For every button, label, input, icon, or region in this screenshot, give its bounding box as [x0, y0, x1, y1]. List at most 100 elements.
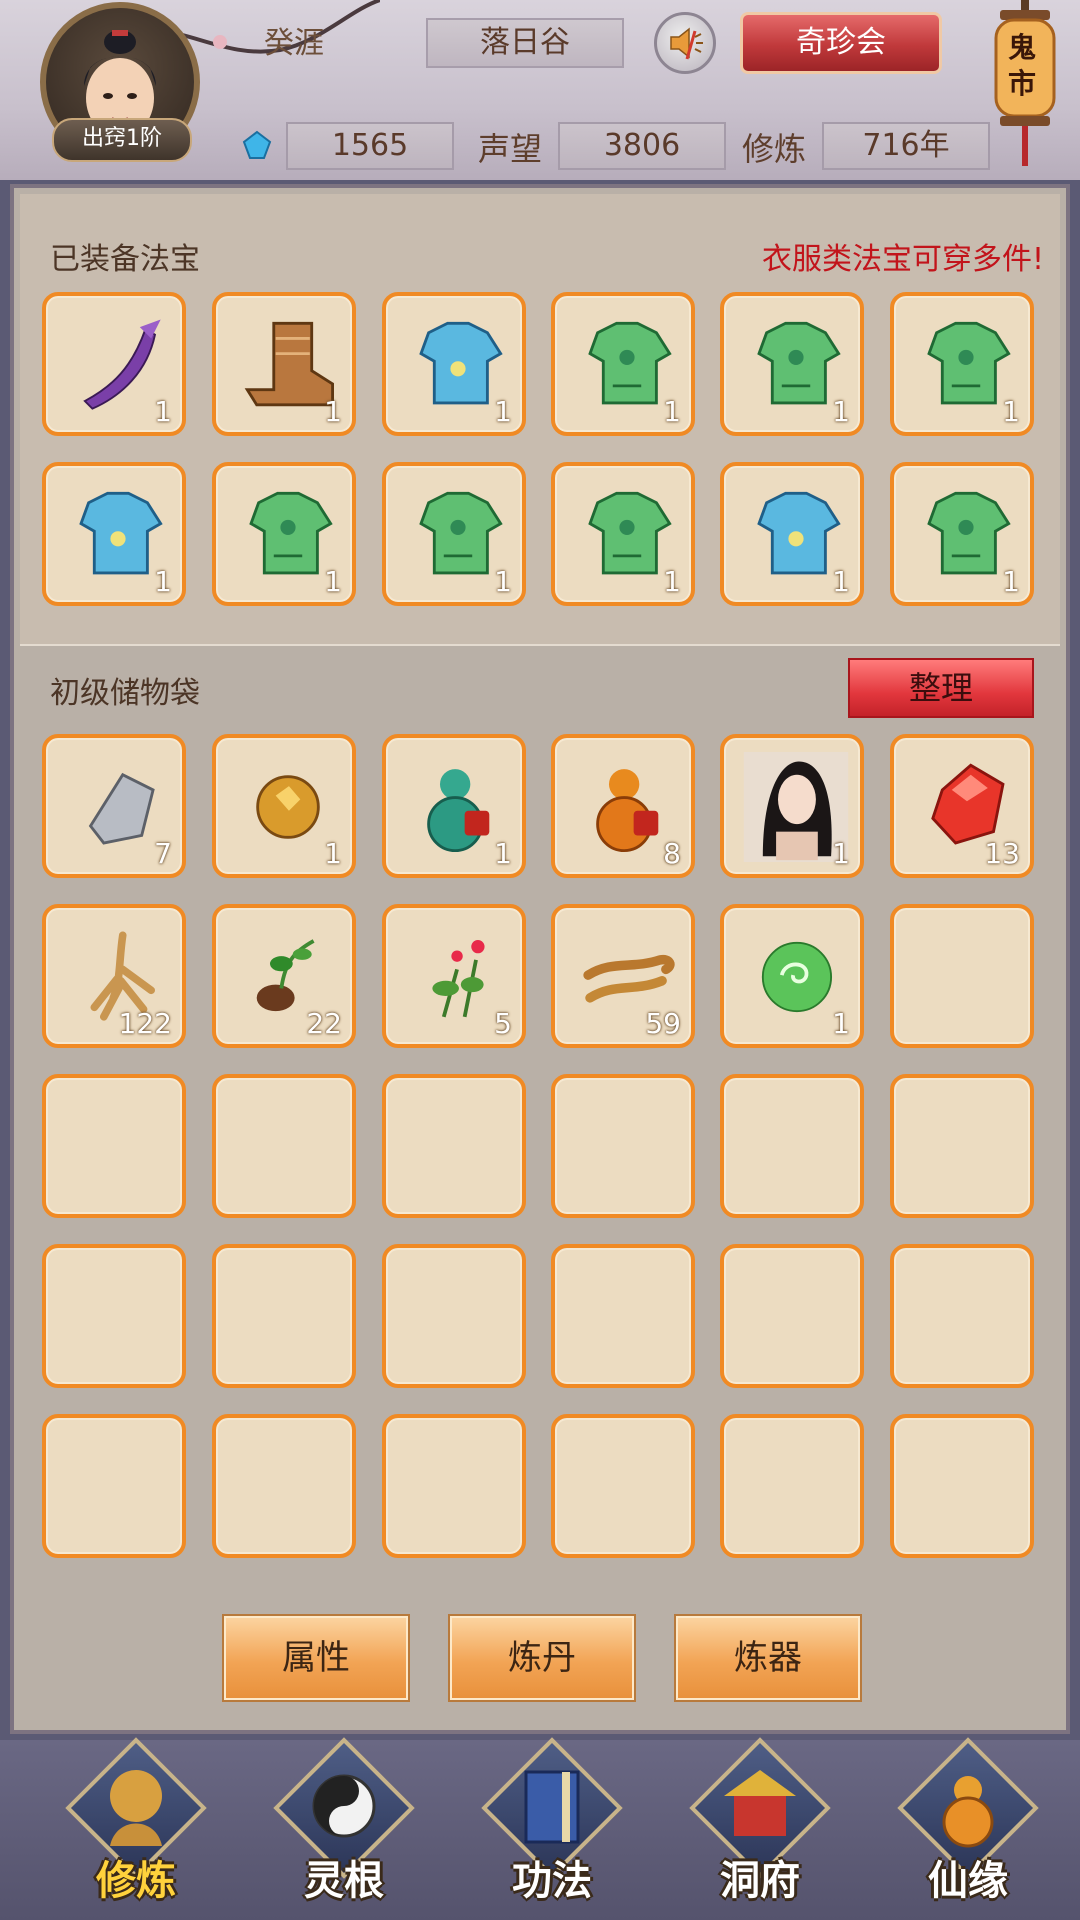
equipped-slot[interactable]: 1: [890, 462, 1034, 606]
item-quantity: 1: [494, 565, 512, 598]
player-name: 癸涯: [264, 26, 324, 61]
item-quantity: 59: [645, 1007, 681, 1040]
bag-slot[interactable]: 122: [42, 904, 186, 1048]
equipped-slot[interactable]: 1: [720, 292, 864, 436]
item-quantity: 1: [154, 395, 172, 428]
nav-item-2[interactable]: 功法: [472, 1737, 632, 1916]
ghost-market-button[interactable]: 鬼市: [990, 0, 1060, 170]
bag-slot[interactable]: [42, 1074, 186, 1218]
cave-house-icon: [724, 1770, 796, 1836]
bag-slot[interactable]: 22: [212, 904, 356, 1048]
equipped-slot[interactable]: 1: [42, 292, 186, 436]
equipped-slot[interactable]: 1: [551, 462, 695, 606]
bag-slot[interactable]: 59: [551, 904, 695, 1048]
equipped-slot[interactable]: 1: [382, 292, 526, 436]
equipped-slot[interactable]: 1: [212, 462, 356, 606]
item-quantity: 7: [154, 837, 172, 870]
nav-label: 洞府: [720, 1858, 800, 1904]
nav-label: 修炼: [96, 1858, 176, 1904]
nav-label: 仙缘: [928, 1858, 1008, 1904]
equipped-slot[interactable]: 1: [551, 292, 695, 436]
item-quantity: 1: [494, 395, 512, 428]
nav-item-1[interactable]: 灵根: [264, 1737, 424, 1916]
cultivate-icon: [110, 1770, 162, 1846]
equipped-title: 已装备法宝: [50, 242, 200, 277]
item-quantity: 122: [118, 1007, 172, 1040]
bag-title: 初级储物袋: [50, 676, 200, 711]
item-quantity: 1: [832, 565, 850, 598]
bag-slot[interactable]: 8: [551, 734, 695, 878]
bag-slot[interactable]: [382, 1074, 526, 1218]
bottom-nav: 修炼 灵根 功法 洞府 仙缘: [0, 1737, 1080, 1920]
mute-icon: [670, 27, 703, 60]
alchemy-button[interactable]: 炼丹: [448, 1614, 636, 1702]
item-quantity: 1: [324, 837, 342, 870]
bag-slot[interactable]: [382, 1244, 526, 1388]
spirit-stone-icon: [242, 130, 272, 159]
item-quantity: 1: [1002, 565, 1020, 598]
attributes-button[interactable]: 属性: [222, 1614, 410, 1702]
nav-label: 灵根: [304, 1858, 384, 1904]
bag-slot[interactable]: [890, 904, 1034, 1048]
bag-slot[interactable]: [42, 1244, 186, 1388]
treasure-fair-button[interactable]: 奇珍会: [740, 12, 942, 74]
bag-slot[interactable]: [212, 1414, 356, 1558]
bag-slot[interactable]: [720, 1244, 864, 1388]
bag-slot[interactable]: 1: [720, 904, 864, 1048]
technique-book-icon: [524, 1770, 580, 1844]
bag-slot[interactable]: 1: [720, 734, 864, 878]
ghost-market-label: 鬼市: [1008, 31, 1037, 100]
bag-slot[interactable]: [720, 1414, 864, 1558]
bag-slot[interactable]: 13: [890, 734, 1034, 878]
bag-slot[interactable]: [382, 1414, 526, 1558]
reputation-value: 3806: [558, 122, 726, 170]
item-quantity: 1: [832, 837, 850, 870]
nav-item-3[interactable]: 洞府: [680, 1737, 840, 1916]
item-quantity: 1: [324, 565, 342, 598]
item-quantity: 5: [494, 1007, 512, 1040]
bag-slot[interactable]: [212, 1244, 356, 1388]
forging-button[interactable]: 炼器: [674, 1614, 862, 1702]
bag-slot[interactable]: [551, 1414, 695, 1558]
bag-slot[interactable]: [890, 1074, 1034, 1218]
bag-slot[interactable]: [890, 1414, 1034, 1558]
item-quantity: 1: [324, 395, 342, 428]
bag-slot[interactable]: [890, 1244, 1034, 1388]
reputation-label: 声望: [478, 130, 543, 168]
realm-rank-badge: 出窍1阶: [52, 118, 192, 162]
bag-slot[interactable]: [551, 1244, 695, 1388]
equipped-slot[interactable]: 1: [42, 462, 186, 606]
item-quantity: 13: [984, 837, 1020, 870]
top-header: 出窍1阶 癸涯 落日谷 奇珍会 鬼市 1565 声望 3806 修炼 716年: [0, 0, 1080, 180]
item-quantity: 1: [663, 395, 681, 428]
item-quantity: 22: [306, 1007, 342, 1040]
bag-slot[interactable]: [551, 1074, 695, 1218]
item-quantity: 1: [154, 565, 172, 598]
cultivation-label: 修炼: [742, 130, 807, 168]
equipped-slot[interactable]: 1: [890, 292, 1034, 436]
item-quantity: 1: [663, 565, 681, 598]
spirit-root-icon: [312, 1774, 376, 1838]
equipped-slot[interactable]: 1: [382, 462, 526, 606]
bag-slot[interactable]: [212, 1074, 356, 1218]
nav-item-0[interactable]: 修炼: [56, 1737, 216, 1916]
inventory-panel: 已装备法宝 衣服类法宝可穿多件! 初级储物袋 整理 属性 炼丹 炼器 1 1 1 1 1…: [10, 184, 1070, 1734]
item-quantity: 1: [832, 1007, 850, 1040]
bag-slot[interactable]: 1: [212, 734, 356, 878]
bag-slot[interactable]: [720, 1074, 864, 1218]
item-quantity: 1: [1002, 395, 1020, 428]
location-display[interactable]: 落日谷: [426, 18, 624, 68]
bag-slot[interactable]: [42, 1414, 186, 1558]
equip-notice: 衣服类法宝可穿多件!: [761, 242, 1044, 277]
sort-button[interactable]: 整理: [848, 658, 1034, 718]
equipped-slot[interactable]: 1: [212, 292, 356, 436]
spirit-stone-count: 1565: [286, 122, 454, 170]
nav-item-4[interactable]: 仙缘: [888, 1737, 1048, 1916]
bag-slot[interactable]: 5: [382, 904, 526, 1048]
cultivation-years: 716年: [822, 122, 990, 170]
bag-slot[interactable]: 7: [42, 734, 186, 878]
sound-toggle-button[interactable]: [654, 12, 716, 74]
bag-slot[interactable]: 1: [382, 734, 526, 878]
nav-label: 功法: [512, 1858, 592, 1904]
equipped-slot[interactable]: 1: [720, 462, 864, 606]
